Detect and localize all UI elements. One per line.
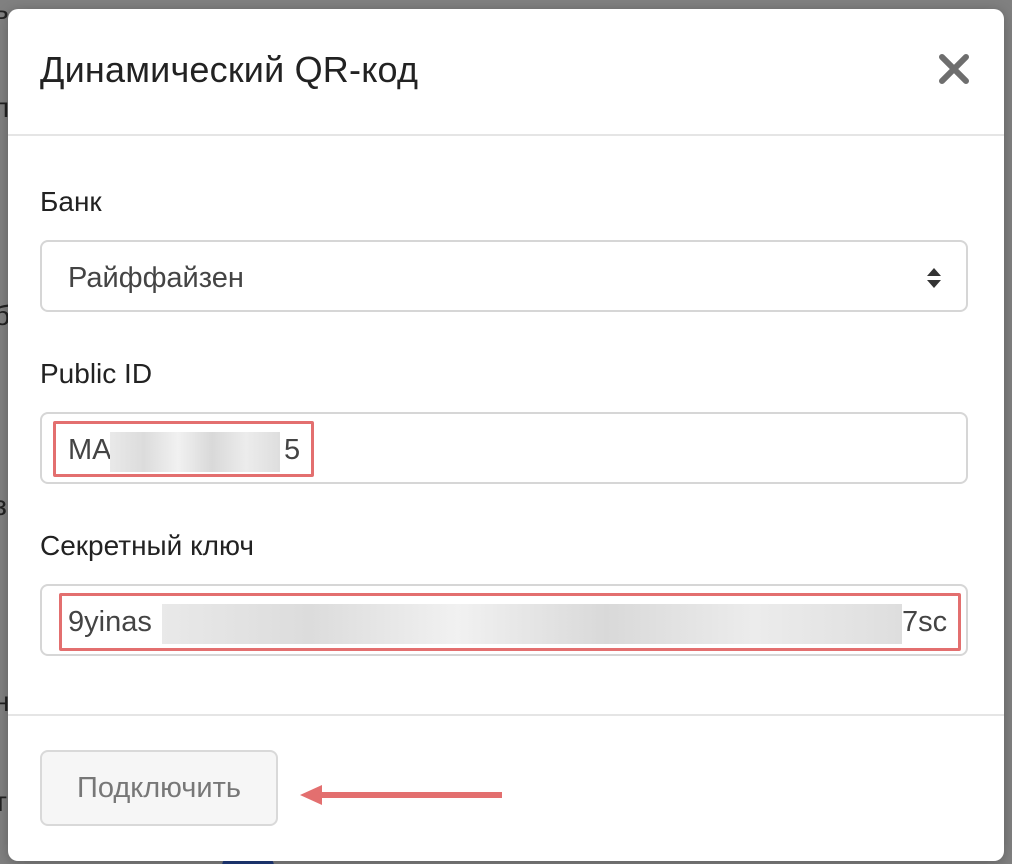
select-arrows-icon [927,268,941,288]
close-button[interactable] [934,49,974,89]
qr-code-modal: Динамический QR-код Банк Райффайзен Publ… [8,9,1004,861]
public-id-label: Public ID [40,358,153,389]
modal-header: Динамический QR-код [8,9,1004,136]
highlight-box [53,421,314,477]
bank-select-value: Райффайзен [68,262,244,294]
secret-key-label: Секретный ключ [40,530,254,561]
modal-title: Динамический QR-код [40,49,419,90]
pointer-arrow-icon [300,785,502,805]
close-icon [939,54,969,84]
highlight-box [59,593,961,651]
connect-button[interactable]: Подключить [40,750,278,826]
modal-body: Банк Райффайзен Public ID MA 5 Секретный… [8,136,1004,714]
public-id-input[interactable]: MA 5 [40,412,968,484]
bank-label: Банк [40,186,102,217]
modal-footer: Подключить [8,714,1004,861]
background-text-fragment: з [0,490,7,521]
secret-key-input[interactable]: 9yinas 7sc [40,584,968,656]
background-text-fragment: т [0,786,7,817]
bank-select[interactable]: Райффайзен [40,240,968,312]
